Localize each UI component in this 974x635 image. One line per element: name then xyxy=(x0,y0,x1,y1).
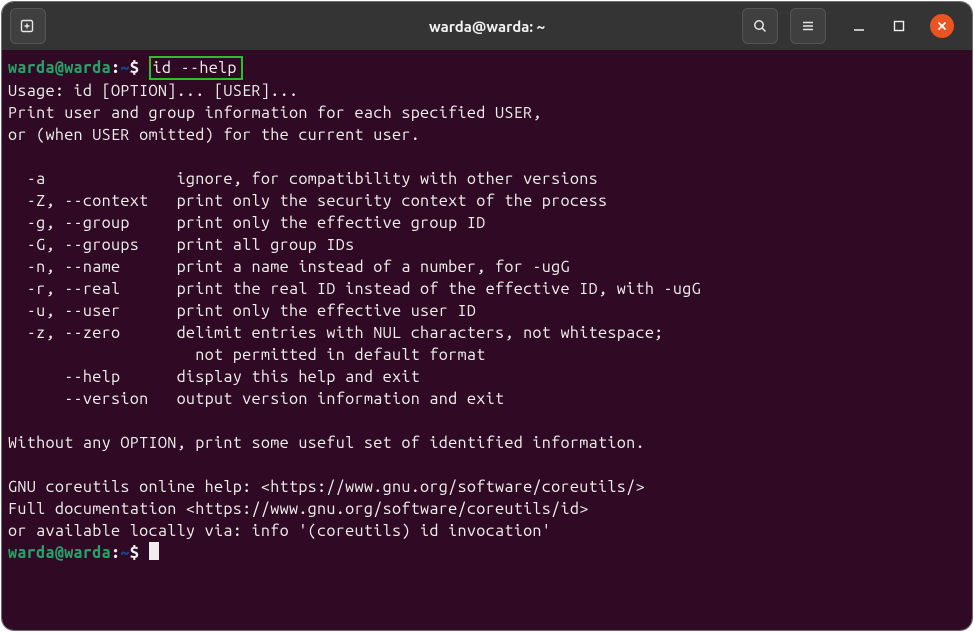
output-line: -G, --groups print all group IDs xyxy=(8,236,355,254)
minimize-icon xyxy=(852,19,866,33)
titlebar-left-controls xyxy=(10,8,46,44)
prompt-colon: : xyxy=(111,59,120,77)
cursor xyxy=(149,542,159,560)
output-line: -r, --real print the real ID instead of … xyxy=(8,280,701,298)
output-line: -Z, --context print only the security co… xyxy=(8,192,607,210)
output-line: -g, --group print only the effective gro… xyxy=(8,214,486,232)
close-button[interactable] xyxy=(930,14,954,38)
close-icon xyxy=(936,20,948,32)
output-line: Full documentation <https://www.gnu.org/… xyxy=(8,500,589,518)
output-line: Print user and group information for eac… xyxy=(8,104,542,122)
minimize-button[interactable] xyxy=(850,17,868,35)
output-line: -n, --name print a name instead of a num… xyxy=(8,258,570,276)
maximize-icon xyxy=(892,19,906,33)
command-text: id --help xyxy=(153,59,237,77)
terminal-content: warda@warda:~$ id --help Usage: id [OPTI… xyxy=(8,56,966,564)
output-line: or available locally via: info '(coreuti… xyxy=(8,522,551,540)
output-line: Usage: id [OPTION]... [USER]... xyxy=(8,82,298,100)
output-line: or (when USER omitted) for the current u… xyxy=(8,126,420,144)
output-line: Without any OPTION, print some useful se… xyxy=(8,434,645,452)
output-line: -a ignore, for compatibility with other … xyxy=(8,170,598,188)
output-line: -u, --user print only the effective user… xyxy=(8,302,476,320)
new-tab-icon xyxy=(20,18,36,34)
prompt-colon: : xyxy=(111,544,120,562)
titlebar: warda@warda: ~ xyxy=(2,2,972,50)
prompt-dollar: $ xyxy=(130,544,149,562)
prompt-dollar: $ xyxy=(130,59,149,77)
output-line: not permitted in default format xyxy=(8,346,486,364)
window-controls xyxy=(850,14,954,38)
prompt-path: ~ xyxy=(120,59,129,77)
terminal-body[interactable]: warda@warda:~$ id --help Usage: id [OPTI… xyxy=(2,50,972,630)
search-icon xyxy=(752,18,768,34)
new-tab-button[interactable] xyxy=(10,8,46,44)
maximize-button[interactable] xyxy=(890,17,908,35)
output-line: GNU coreutils online help: <https://www.… xyxy=(8,478,645,496)
menu-button[interactable] xyxy=(790,8,826,44)
output-line: --version output version information and… xyxy=(8,390,504,408)
terminal-window: warda@warda: ~ xyxy=(2,2,972,630)
prompt-user-host: warda@warda xyxy=(8,544,111,562)
prompt-user-host: warda@warda xyxy=(8,59,111,77)
hamburger-icon xyxy=(800,18,816,34)
prompt-path: ~ xyxy=(120,544,129,562)
command-highlight: id --help xyxy=(149,56,243,80)
output-line: --help display this help and exit xyxy=(8,368,420,386)
search-button[interactable] xyxy=(742,8,778,44)
output-line: -z, --zero delimit entries with NUL char… xyxy=(8,324,664,342)
titlebar-right-controls xyxy=(742,8,964,44)
